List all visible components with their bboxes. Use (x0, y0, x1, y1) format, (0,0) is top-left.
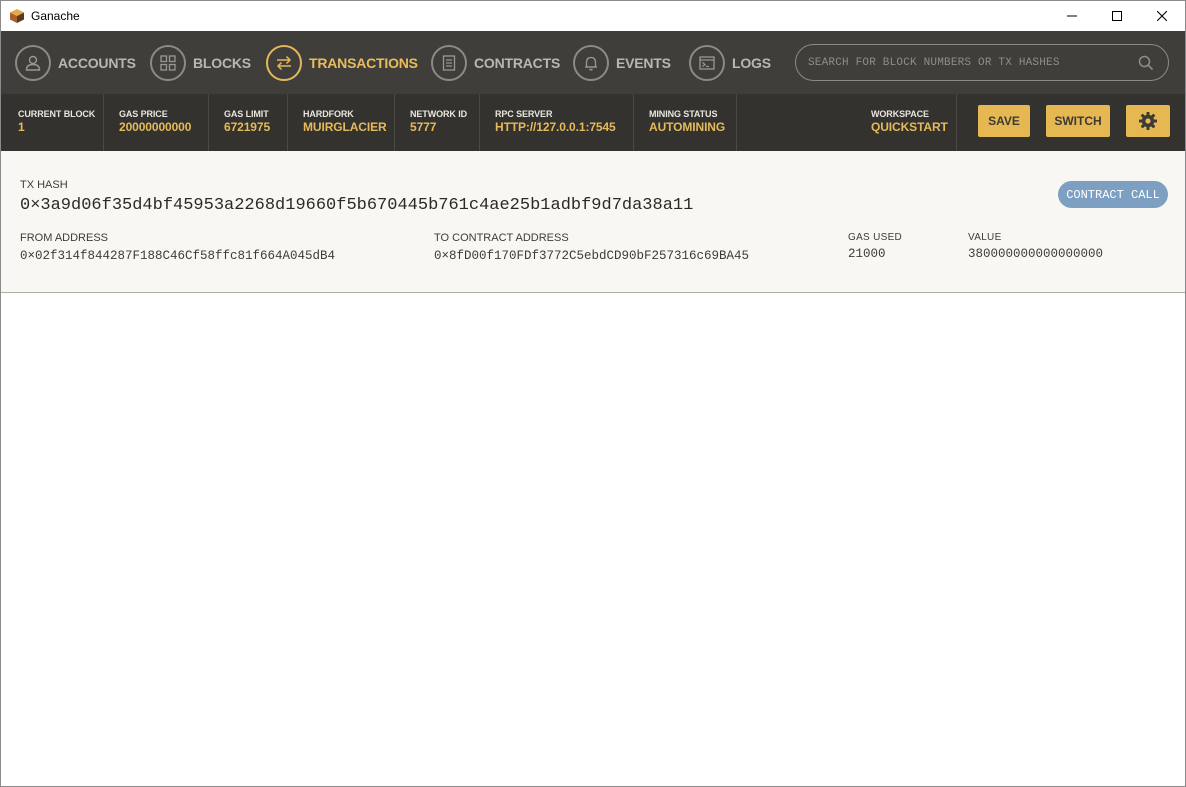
transaction-detail-panel: TX HASH 0×3a9d06f35d4bf45953a2268d19660f… (1, 151, 1185, 293)
hardfork-value: MUIRGLACIER (303, 120, 387, 134)
nav-contracts-label: CONTRACTS (474, 54, 561, 71)
network-id-label: NETWORK ID (410, 109, 467, 119)
gear-icon (1139, 112, 1157, 130)
nav-accounts[interactable]: ACCOUNTS (15, 44, 136, 81)
close-icon (1157, 11, 1167, 21)
hardfork-label: HARDFORK (303, 109, 354, 119)
search-input[interactable] (808, 53, 1128, 73)
main-nav: ACCOUNTS BLOCKS TRANSACTIONS CONTRACTS E… (1, 31, 1185, 94)
ganache-window: Ganache ACCOUNTS BLOCKS TRANSACTIONS CON… (0, 0, 1186, 787)
arrows-exchange-icon (276, 55, 292, 70)
current-block-label: CURRENT BLOCK (18, 109, 96, 119)
current-block-value: 1 (18, 120, 25, 134)
nav-transactions-label: TRANSACTIONS (309, 54, 418, 71)
to-contract-address-value: 0×8fD00f170FDf3772C5ebdCD90bF257316c69BA… (434, 249, 750, 263)
status-bar: CURRENT BLOCK 1 GAS PRICE 20000000000 GA… (1, 94, 1185, 151)
stat-current-block: CURRENT BLOCK 1 (1, 94, 104, 151)
terminal-icon (699, 55, 715, 70)
network-id-value: 5777 (410, 120, 437, 134)
workspace-value: QUICKSTART (871, 120, 948, 134)
nav-contracts[interactable]: CONTRACTS (431, 44, 560, 81)
from-address-label: FROM ADDRESS (20, 232, 109, 244)
gas-limit-value: 6721975 (224, 120, 271, 134)
nav-events-label: EVENTS (616, 54, 671, 71)
nav-logs-label: LOGS (732, 54, 771, 71)
mining-status-label: MINING STATUS (649, 109, 718, 119)
to-contract-address-label: TO CONTRACT ADDRESS (434, 232, 569, 244)
nav-transactions[interactable]: TRANSACTIONS (266, 44, 418, 81)
user-icon (25, 55, 41, 71)
stat-gas-price: GAS PRICE 20000000000 (104, 94, 209, 151)
minimize-button[interactable] (1049, 1, 1095, 31)
switch-button[interactable]: SWITCH (1046, 105, 1110, 137)
bell-icon (585, 56, 597, 70)
stat-rpc-server: RPC SERVER HTTP://127.0.0.1:7545 (480, 94, 634, 151)
title-bar: Ganache (1, 1, 1185, 31)
from-address-value: 0×02f314f844287F188C46Cf58ffc81f664A045d… (20, 249, 336, 263)
nav-logs[interactable]: LOGS (689, 44, 771, 81)
document-icon (442, 54, 456, 71)
close-button[interactable] (1139, 1, 1185, 31)
value-value: 380000000000000000 (968, 247, 1104, 261)
gas-price-label: GAS PRICE (119, 109, 168, 119)
nav-accounts-label: ACCOUNTS (58, 54, 136, 71)
stat-mining-status: MINING STATUS AUTOMINING (634, 94, 737, 151)
gas-used-value: 21000 (848, 247, 886, 261)
gas-used-label: GAS USED (848, 232, 903, 243)
save-button[interactable]: SAVE (978, 105, 1030, 137)
rpc-server-value: HTTP://127.0.0.1:7545 (495, 120, 616, 134)
nav-events[interactable]: EVENTS (573, 44, 671, 81)
window-title: Ganache (31, 9, 80, 23)
search-icon[interactable] (1138, 55, 1154, 71)
stat-workspace: WORKSPACE QUICKSTART (737, 94, 957, 151)
workspace-label: WORKSPACE (871, 109, 929, 119)
rpc-server-label: RPC SERVER (495, 109, 553, 119)
stat-network-id: NETWORK ID 5777 (395, 94, 480, 151)
settings-button[interactable] (1126, 105, 1170, 137)
gas-limit-label: GAS LIMIT (224, 109, 269, 119)
maximize-icon (1112, 11, 1122, 21)
gas-price-value: 20000000000 (119, 120, 192, 134)
stat-hardfork: HARDFORK MUIRGLACIER (288, 94, 395, 151)
empty-content-area (1, 293, 1185, 786)
search-box (795, 44, 1169, 81)
value-label: VALUE (968, 232, 1002, 243)
maximize-button[interactable] (1094, 1, 1140, 31)
tx-type-badge: CONTRACT CALL (1058, 181, 1168, 208)
tx-hash-label: TX HASH (20, 179, 68, 191)
nav-blocks[interactable]: BLOCKS (150, 44, 251, 81)
ganache-logo-icon (10, 9, 24, 23)
mining-status-value: AUTOMINING (649, 120, 726, 134)
nav-blocks-label: BLOCKS (193, 54, 251, 71)
tx-hash-value: 0×3a9d06f35d4bf45953a2268d19660f5b670445… (20, 196, 694, 215)
stat-gas-limit: GAS LIMIT 6721975 (209, 94, 288, 151)
grid-icon (160, 54, 176, 71)
minimize-icon (1067, 15, 1077, 17)
